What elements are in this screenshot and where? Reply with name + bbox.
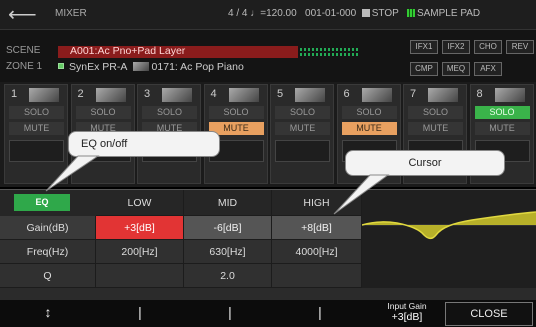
zone-indicator-icon xyxy=(58,63,64,69)
eq-high-q-cell xyxy=(272,264,362,288)
cursor-updown-icon[interactable]: ↕ xyxy=(40,304,56,320)
part-number: 6 xyxy=(343,88,350,100)
afx-button[interactable]: AFX xyxy=(474,62,502,76)
solo-button[interactable]: SOLO xyxy=(9,106,64,119)
eq-onoff-callout: EQ on/off xyxy=(68,131,220,157)
part-eq-thumbnail[interactable] xyxy=(275,140,330,162)
part-number: 3 xyxy=(144,88,151,100)
knob-1-indicator[interactable]: | xyxy=(132,304,148,320)
solo-button[interactable]: SOLO xyxy=(208,106,264,119)
zone-tone-line[interactable]: SynEx PR-A 0171: Ac Pop Piano xyxy=(58,61,244,73)
zone-bank: SynEx PR-A xyxy=(69,61,127,73)
scene-panel: SCENE A001:Ac Pno+Pad Layer ZONE 1 SynEx… xyxy=(0,30,536,82)
instrument-icon xyxy=(29,88,59,102)
zone-tone: 0171: Ac Pop Piano xyxy=(151,61,244,73)
part-number: 5 xyxy=(277,88,284,100)
input-gain-value[interactable]: +3[dB] xyxy=(375,311,439,323)
eq-mid-freq-cell[interactable]: 630[Hz] xyxy=(184,240,272,264)
instrument-icon xyxy=(494,88,525,102)
mute-button[interactable]: MUTE xyxy=(474,122,530,135)
stop-icon xyxy=(361,9,370,17)
part-number: 8 xyxy=(476,88,483,100)
screen-title: MIXER xyxy=(55,8,87,19)
instrument-icon xyxy=(95,88,126,102)
eq-onoff-pointer xyxy=(45,155,100,192)
sample-pad-label: SAMPLE PAD xyxy=(416,8,481,19)
back-arrow-icon[interactable]: ⟵ xyxy=(8,4,37,26)
instrument-icon xyxy=(361,88,392,102)
status-readout: 4 / 4 ♩=120.00 001-01-000 STOP SAMPLE PA… xyxy=(228,8,480,19)
ifx1-button[interactable]: IFX1 xyxy=(410,40,438,54)
mute-button[interactable]: MUTE xyxy=(408,122,463,135)
eq-row-gain-label: Gain(dB) xyxy=(0,216,96,240)
eq-mid-gain-cell[interactable]: -6[dB] xyxy=(184,216,272,240)
part-number: 1 xyxy=(11,88,18,100)
solo-button[interactable]: SOLO xyxy=(341,106,397,119)
song-position: 001-01-000 xyxy=(305,8,357,19)
cursor-callout: Cursor xyxy=(345,150,505,176)
close-button[interactable]: CLOSE xyxy=(445,302,533,326)
instrument-icon xyxy=(428,88,458,102)
eq-low-gain-cell[interactable]: +3[dB] xyxy=(96,216,184,240)
eq-high-freq-cell[interactable]: 4000[Hz] xyxy=(272,240,362,264)
mute-button[interactable]: MUTE xyxy=(275,122,330,135)
solo-button[interactable]: SOLO xyxy=(75,106,131,119)
mute-button[interactable]: MUTE xyxy=(9,122,64,135)
cmp-button[interactable]: CMP xyxy=(410,62,438,76)
knob-3-indicator[interactable]: | xyxy=(312,304,328,320)
level-meter xyxy=(300,46,360,58)
sample-pad-icon xyxy=(406,9,415,17)
part-number: 4 xyxy=(210,88,217,100)
eq-col-mid: MID xyxy=(184,190,272,216)
part-strip[interactable]: 5 SOLO MUTE xyxy=(270,84,334,184)
scene-label: SCENE xyxy=(6,45,41,56)
solo-button[interactable]: SOLO xyxy=(142,106,197,119)
cursor-callout-text: Cursor xyxy=(408,157,442,169)
part-number: 7 xyxy=(410,88,417,100)
eq-low-freq-cell[interactable]: 200[Hz] xyxy=(96,240,184,264)
eq-toggle-button[interactable]: EQ xyxy=(14,194,70,211)
piano-icon xyxy=(132,62,149,71)
knob-2-indicator[interactable]: | xyxy=(222,304,238,320)
scene-name: A001:Ac Pno+Pad Layer xyxy=(70,45,186,57)
tempo: ♩=120.00 xyxy=(250,8,297,19)
time-signature: 4 / 4 xyxy=(228,8,248,19)
zone-label: ZONE 1 xyxy=(6,61,43,72)
solo-button[interactable]: SOLO xyxy=(275,106,330,119)
instrument-icon xyxy=(295,88,325,102)
eq-row-q-label: Q xyxy=(0,264,96,288)
eq-mid-q-cell[interactable]: 2.0 xyxy=(184,264,272,288)
solo-button[interactable]: SOLO xyxy=(408,106,463,119)
cho-button[interactable]: CHO xyxy=(474,40,502,54)
transport-status: STOP xyxy=(371,8,399,19)
eq-low-q-cell xyxy=(96,264,184,288)
instrument-icon xyxy=(228,88,259,102)
cursor-pointer xyxy=(333,174,390,215)
ifx2-button[interactable]: IFX2 xyxy=(442,40,470,54)
solo-button[interactable]: SOLO xyxy=(474,106,530,119)
eq-onoff-callout-text: EQ on/off xyxy=(81,138,128,150)
meq-button[interactable]: MEQ xyxy=(442,62,470,76)
mute-button[interactable]: MUTE xyxy=(341,122,397,135)
part-number: 2 xyxy=(77,88,84,100)
instrument-icon xyxy=(162,88,192,102)
input-gain-label: Input Gain xyxy=(387,301,427,311)
rev-button[interactable]: REV xyxy=(506,40,534,54)
eq-row-freq-label: Freq(Hz) xyxy=(0,240,96,264)
top-bar: ⟵ MIXER 4 / 4 ♩=120.00 001-01-000 STOP S… xyxy=(0,0,536,30)
